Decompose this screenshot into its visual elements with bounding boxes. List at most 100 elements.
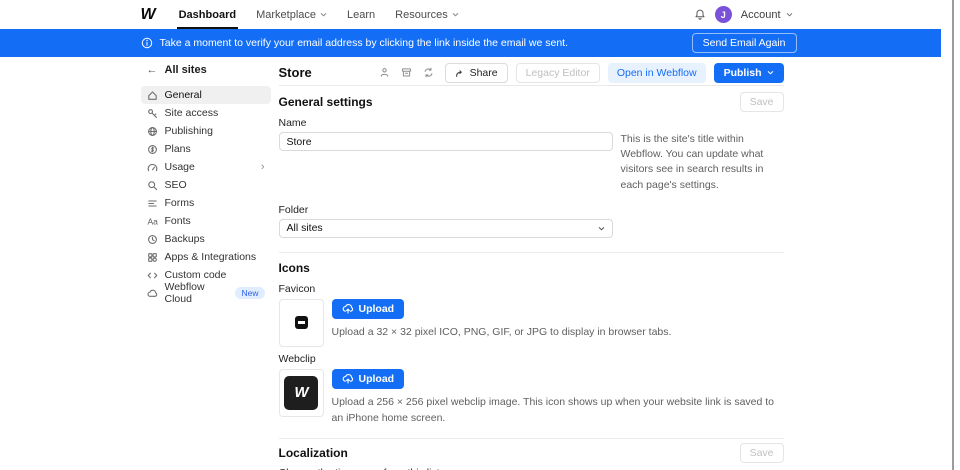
site-header: Store Share Legacy Editor Open in Webflo…	[279, 60, 784, 86]
webclip-upload-label: Upload	[359, 373, 395, 385]
legacy-editor-button[interactable]: Legacy Editor	[516, 63, 600, 83]
section-divider	[279, 252, 784, 253]
cloud-icon	[147, 288, 158, 299]
general-save-button[interactable]: Save	[740, 92, 784, 112]
share-button[interactable]: Share	[445, 63, 508, 83]
folder-select[interactable]: All sites	[279, 219, 613, 238]
sidebar-item-general[interactable]: General	[141, 86, 271, 104]
top-navigation: W Dashboard Marketplace Learn Resources J A…	[0, 0, 941, 29]
sidebar-item-fonts[interactable]: Aa Fonts	[141, 212, 271, 230]
sidebar-item-backups[interactable]: Backups	[141, 230, 271, 248]
favicon-help-text: Upload a 32 × 32 pixel ICO, PNG, GIF, or…	[332, 325, 672, 340]
icons-header: Icons	[279, 260, 784, 276]
sidebar-item-label: Backups	[165, 233, 205, 245]
duplicate-icon[interactable]	[421, 66, 437, 80]
transfer-site-icon[interactable]	[377, 66, 393, 80]
nav-link-dashboard[interactable]: Dashboard	[169, 0, 246, 29]
email-verification-banner: Take a moment to verify your email addre…	[0, 29, 941, 57]
sidebar-item-label: Site access	[165, 107, 219, 119]
account-label: Account	[741, 9, 781, 21]
webflow-webclip-icon: W	[284, 376, 318, 410]
chevron-down-icon	[598, 225, 605, 232]
sidebar-item-webflow-cloud[interactable]: Webflow Cloud New	[141, 284, 271, 302]
clock-restore-icon	[147, 234, 158, 245]
favicon-row: Upload Upload a 32 × 32 pixel ICO, PNG, …	[279, 299, 784, 347]
settings-sidebar: ← All sites General Site access Publishing…	[141, 60, 271, 470]
sidebar-item-forms[interactable]: Forms	[141, 194, 271, 212]
favicon-label: Favicon	[279, 283, 784, 295]
cloud-upload-icon	[342, 303, 354, 314]
webclip-help-text: Upload a 256 × 256 pixel webclip image. …	[332, 395, 780, 425]
nav-link-label: Marketplace	[256, 9, 316, 21]
sidebar-item-usage[interactable]: Usage ›	[141, 158, 271, 176]
sidebar-item-label: SEO	[165, 179, 187, 191]
sidebar-item-seo[interactable]: SEO	[141, 176, 271, 194]
sidebar-item-label: Publishing	[165, 125, 213, 137]
favicon-preview	[279, 299, 324, 347]
sidebar-item-label: Fonts	[165, 215, 191, 227]
sidebar-item-site-access[interactable]: Site access	[141, 104, 271, 122]
site-header-actions: Share Legacy Editor Open in Webflow Publ…	[377, 63, 784, 83]
sidebar-item-label: Plans	[165, 143, 191, 155]
sidebar-item-label: Apps & Integrations	[165, 251, 257, 263]
window-edge-line	[952, 0, 954, 470]
favicon-upload-label: Upload	[359, 303, 395, 315]
send-email-again-button[interactable]: Send Email Again	[692, 33, 797, 53]
apps-grid-icon	[147, 252, 158, 263]
site-name-input[interactable]	[279, 132, 613, 151]
sidebar-item-apps-integrations[interactable]: Apps & Integrations	[141, 248, 271, 266]
chevron-down-icon	[320, 9, 327, 21]
home-icon	[147, 90, 158, 101]
back-arrow-icon: ←	[147, 64, 158, 76]
sidebar-item-label: Webflow Cloud	[165, 281, 225, 305]
icons-title: Icons	[279, 261, 310, 275]
settings-main: Store Share Legacy Editor Open in Webflo…	[279, 60, 784, 470]
publish-button[interactable]: Publish	[714, 63, 784, 83]
nav-link-marketplace[interactable]: Marketplace	[246, 0, 337, 29]
svg-text:Aa: Aa	[147, 216, 158, 226]
key-icon	[147, 108, 158, 119]
form-rows-icon	[147, 198, 158, 209]
nav-link-label: Learn	[347, 9, 375, 21]
localization-title: Localization	[279, 446, 348, 460]
webclip-row: W Upload Upload a 256 × 256 pixel webcli…	[279, 369, 784, 426]
sidebar-item-label: Usage	[165, 161, 195, 173]
name-label: Name	[279, 117, 784, 129]
sidebar-item-label: Custom code	[165, 269, 227, 281]
webflow-logo[interactable]: W	[141, 6, 155, 24]
cloud-upload-icon	[342, 373, 354, 384]
nav-link-resources[interactable]: Resources	[385, 0, 469, 29]
nav-link-learn[interactable]: Learn	[337, 0, 385, 29]
localization-save-button[interactable]: Save	[740, 443, 784, 463]
new-badge: New	[235, 287, 264, 299]
banner-message: Take a moment to verify your email addre…	[160, 37, 569, 49]
archive-icon[interactable]	[399, 66, 415, 80]
webclip-upload-button[interactable]: Upload	[332, 369, 405, 389]
webclip-preview: W	[279, 369, 324, 417]
open-in-webflow-button[interactable]: Open in Webflow	[608, 63, 706, 83]
back-to-all-sites[interactable]: ← All sites	[141, 60, 271, 80]
sidebar-item-label: General	[165, 89, 202, 101]
fonts-icon: Aa	[147, 216, 158, 227]
nav-link-label: Resources	[395, 9, 448, 21]
sidebar-item-plans[interactable]: Plans	[141, 140, 271, 158]
sidebar-item-label: Forms	[165, 197, 195, 209]
notifications-bell-icon[interactable]	[694, 8, 706, 21]
general-settings-header: General settings Save	[279, 94, 784, 110]
general-settings-title: General settings	[279, 95, 373, 109]
site-title: Store	[279, 65, 312, 80]
chevron-right-icon: ›	[261, 162, 265, 173]
code-icon	[147, 270, 158, 281]
chevron-down-icon	[452, 9, 459, 21]
sidebar-item-publishing[interactable]: Publishing	[141, 122, 271, 140]
nav-link-label: Dashboard	[179, 9, 236, 21]
account-menu[interactable]: Account	[741, 9, 793, 21]
folder-selected-value: All sites	[287, 222, 323, 234]
section-divider	[279, 438, 784, 439]
gauge-icon	[147, 162, 158, 173]
share-label: Share	[470, 67, 498, 79]
topnav-links: Dashboard Marketplace Learn Resources	[169, 0, 469, 29]
user-avatar[interactable]: J	[715, 6, 732, 23]
info-icon	[141, 37, 153, 49]
favicon-upload-button[interactable]: Upload	[332, 299, 405, 319]
